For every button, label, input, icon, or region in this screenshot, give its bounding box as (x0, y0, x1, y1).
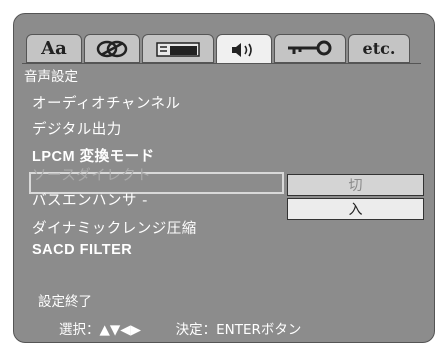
tab-lock[interactable] (274, 34, 346, 63)
menu-item-lpcm-mode[interactable]: LPCM 変換モード (32, 145, 155, 166)
picture-icon (96, 40, 128, 57)
option-off[interactable]: 切 (287, 174, 424, 196)
menu-item-sacd-filter[interactable]: SACD FILTER (32, 242, 132, 258)
menu-item-source-direct[interactable]: ソースダイレクト (32, 164, 151, 185)
menu-item-digital-output[interactable]: デジタル出力 (32, 118, 122, 139)
language-icon: Aa (41, 38, 67, 59)
tab-display[interactable] (142, 34, 214, 63)
page-title: 音声設定 (24, 69, 78, 85)
tab-picture[interactable] (84, 34, 140, 63)
key-hint: 選択：▲▼◀▶ 決定：ENTERボタン (59, 318, 301, 338)
tab-bar: Aa etc. (22, 34, 421, 64)
tab-etc[interactable]: etc. (348, 34, 410, 63)
key-icon (288, 40, 332, 55)
etc-icon: etc. (362, 39, 396, 58)
confirm-hint: 決定：ENTERボタン (175, 322, 302, 338)
display-icon (156, 41, 200, 57)
menu-item-audio-channel[interactable]: オーディオチャンネル (32, 92, 181, 113)
menu-item-bass-enhancer[interactable]: バスエンハンサ - (32, 189, 148, 210)
osd-screen: Aa etc. 音声設定 オーディオチャンネル デジタル出力 LPCM 変換モー… (13, 13, 435, 343)
option-on[interactable]: 入 (287, 198, 424, 220)
tab-language[interactable]: Aa (26, 34, 82, 63)
tab-audio[interactable] (216, 34, 272, 64)
tab-divider (22, 63, 421, 64)
select-hint: 選択：▲▼◀▶ (59, 322, 142, 338)
end-setup-button[interactable]: 設定終了 (38, 290, 92, 310)
menu-item-dynamic-range[interactable]: ダイナミックレンジ圧縮 (32, 217, 197, 238)
audio-icon (232, 42, 252, 57)
